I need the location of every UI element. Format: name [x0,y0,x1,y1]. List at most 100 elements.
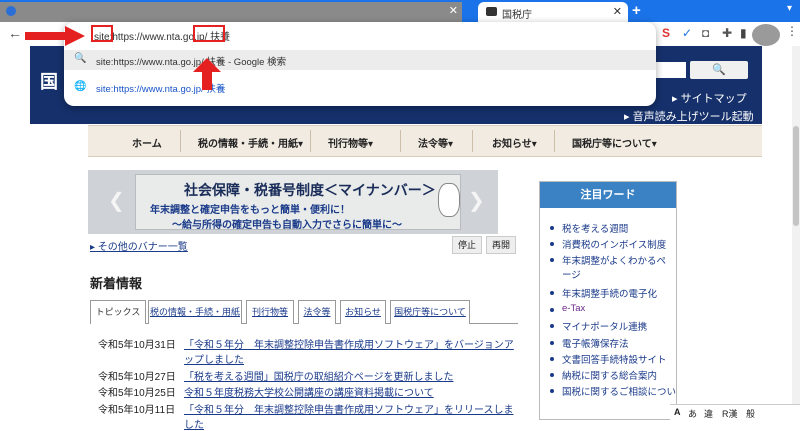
banner-line: 〜給与所得の確定申告も自動入力でさらに簡単に〜 [172,220,402,231]
highlight-box [91,25,113,42]
banner-line: 年末調整と確定申告をもっと簡単・便利に！ [150,205,350,216]
extension-icon[interactable]: ✓ [682,26,692,40]
chevron-left-icon[interactable]: ❮ [108,188,125,213]
tab-inactive[interactable]: ✕ [0,2,462,22]
suggestion-item[interactable]: 🌐 site:https://www.nta.go.jp/ 扶養 [64,78,656,98]
news-date: 令和5年10月11日 [98,405,176,416]
more-banners-link[interactable]: ▸ その他のバナー一覧 [90,238,188,253]
mascot-image [438,183,460,217]
site-logo[interactable]: 国 [40,68,58,94]
news-date: 令和5年10月27日 [98,372,176,383]
extension-icon[interactable]: S [662,26,670,40]
ime-mode[interactable]: あ [688,407,697,420]
news-item: 令和5年10月31日 「令和５年分 年末調整控除申告書作成用ソフトウェア」をバー… [98,336,514,366]
tab-title: 国税庁 [502,10,532,21]
omnibox-dropdown: site:https://www.nta.go.jp/ 扶養 🔍 site:ht… [64,22,656,106]
featured-link[interactable]: 年末調整手続の電子化 [562,286,657,300]
featured-words-panel: 注目ワード 税を考える週間 消費税のインボイス制度 年末調整がよくわかるページ … [539,181,677,420]
featured-link[interactable]: 年末調整がよくわかるページ [562,253,670,281]
suggestion-item[interactable]: 🔍 site:https://www.nta.go.jp/ 扶養 - Googl… [64,50,656,70]
close-tab-icon[interactable]: ✕ [449,4,458,17]
arrow-right-icon [25,26,85,46]
divider [310,130,311,152]
avatar[interactable] [752,24,780,46]
scrollbar[interactable] [792,46,800,420]
news-link[interactable]: 令和５年度税務大学校公開講座の講座資料掲載について [184,384,514,399]
ime-mode[interactable]: R漢 [722,407,738,420]
banner-title: 社会保障・税番号制度＜マイナンバー＞ [184,182,436,198]
global-nav: ホーム 税の情報・手続・用紙▾ 刊行物等▾ 法令等▾ お知らせ▾ 国税庁等につい… [88,125,762,157]
menu-icon[interactable]: ⋮ [786,24,798,38]
featured-link[interactable]: 文書回答手続特設サイト [562,352,667,366]
featured-link[interactable]: e-Tax [562,303,585,314]
tab-active[interactable]: 国税庁 ✕ [478,2,628,22]
bullet-icon [550,341,554,345]
featured-link[interactable]: 国税に関するご相談につい [562,384,676,398]
bullet-icon [550,389,554,393]
news-link[interactable]: 「税を考える週間」国税庁の取組紹介ページを更新しました [184,368,514,383]
audio-link[interactable]: ▸ 音声読み上げツール起動 [624,108,754,124]
highlight-box [193,25,225,42]
bullet-icon [550,291,554,295]
stop-button[interactable]: 停止 [452,236,482,254]
search-icon: 🔍 [74,53,87,64]
news-date: 令和5年10月31日 [98,340,176,351]
back-button[interactable]: ← [8,25,22,41]
panel-heading: 注目ワード [540,182,676,208]
tab-search-icon[interactable]: ▾ [787,3,792,14]
tab-tax-info[interactable]: 税の情報・手続・用紙 [148,300,242,324]
nav-about[interactable]: 国税庁等について▾ [572,135,657,150]
bullet-icon [550,258,554,262]
new-tab-button[interactable]: + [632,2,641,19]
news-link[interactable]: 「令和５年分 年末調整控除申告書作成用ソフトウェア」をリリースしました [184,401,514,431]
tab-notices[interactable]: お知らせ [340,300,386,324]
bullet-icon [550,373,554,377]
featured-link[interactable]: 税を考える週間 [562,221,628,235]
bullet-icon [550,226,554,230]
featured-link[interactable]: 納税に関する総合案内 [562,368,657,382]
puzzle-icon[interactable]: ✚ [722,26,732,40]
ime-mode[interactable]: 般 [746,407,755,420]
news-tabs: トピックス 税の情報・手続・用紙 刊行物等 法令等 お知らせ 国税庁等について [90,300,518,324]
nav-notices[interactable]: お知らせ▾ [492,135,537,150]
banner-carousel[interactable]: ❮ 社会保障・税番号制度＜マイナンバー＞ 年末調整と確定申告をもっと簡単・便利に… [88,170,498,234]
bullet-icon [550,308,554,312]
ime-toolbar: A あ 違 R漢 般 [670,404,800,420]
banner-image[interactable]: 社会保障・税番号制度＜マイナンバー＞ 年末調整と確定申告をもっと簡単・便利に！ … [135,174,461,231]
nav-publications[interactable]: 刊行物等▾ [328,135,373,150]
divider [472,130,473,152]
bullet-icon [550,357,554,361]
featured-link[interactable]: 電子帳簿保存法 [562,336,629,350]
featured-link[interactable]: 消費税のインボイス制度 [562,237,666,251]
bullet-icon [550,242,554,246]
arrow-up-icon [193,58,221,90]
favicon-icon [6,6,16,16]
divider [400,130,401,152]
play-button[interactable]: 再開 [486,236,516,254]
tab-topics[interactable]: トピックス [90,300,146,324]
tab-publications[interactable]: 刊行物等 [246,300,294,324]
scrollbar-thumb[interactable] [793,126,799,226]
bullet-icon [550,324,554,328]
divider [180,130,181,152]
divider [554,130,555,152]
news-date: 令和5年10月25日 [98,388,176,399]
tab-laws[interactable]: 法令等 [298,300,336,324]
sitemap-link[interactable]: ▸ サイトマップ [672,90,747,106]
nav-laws[interactable]: 法令等▾ [418,135,453,150]
globe-icon: 🌐 [74,81,87,92]
nav-tax-info[interactable]: 税の情報・手続・用紙▾ [198,135,303,150]
news-link[interactable]: 「令和５年分 年末調整控除申告書作成用ソフトウェア」をバージョンアップしました [184,336,514,366]
ime-mode[interactable]: A [674,407,681,417]
featured-link[interactable]: マイナポータル連携 [562,319,647,333]
ime-mode[interactable]: 違 [704,407,713,420]
camera-icon[interactable]: ◘ [702,26,709,40]
tab-about[interactable]: 国税庁等について [390,300,470,324]
search-button[interactable]: 🔍 [690,61,748,79]
sidepanel-icon[interactable]: ▮ [740,26,747,40]
nav-home[interactable]: ホーム [132,135,162,150]
tab-bar: ✕ 国税庁 ✕ + ▾ [0,0,800,22]
suggestion-text: site:https://www.nta.go.jp/ 扶養 - Google … [96,57,287,68]
chevron-right-icon[interactable]: ❯ [468,188,485,213]
close-tab-icon[interactable]: ✕ [613,5,622,18]
